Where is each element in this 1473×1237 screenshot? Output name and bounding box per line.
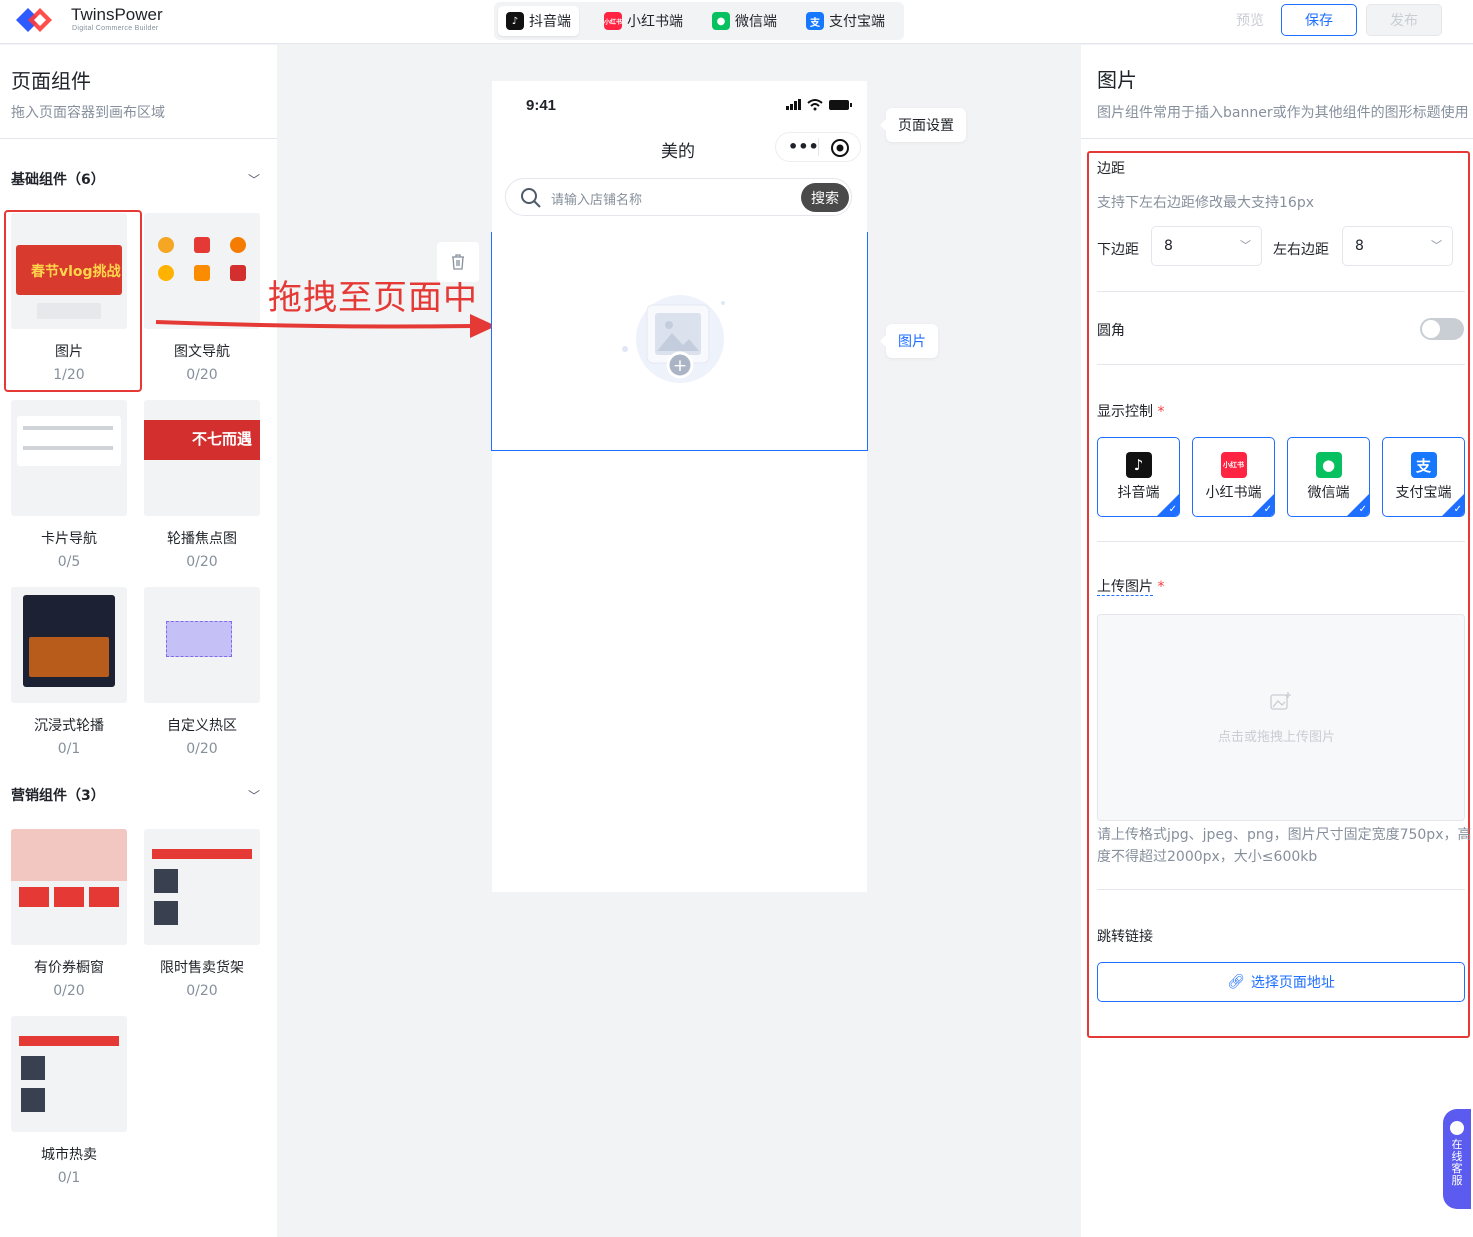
- upload-note-line1: 请上传格式jpg、jpeg、png，图片尺寸固定宽度750px，高: [1097, 827, 1472, 843]
- wechat-icon: ●: [1315, 452, 1342, 478]
- margin-label: 边距: [1097, 161, 1125, 177]
- check-icon: ✓: [1263, 504, 1272, 515]
- save-button[interactable]: 保存: [1281, 4, 1357, 36]
- panel-subtitle: 拖入页面容器到画布区域: [11, 105, 165, 121]
- coupon-thumbnail: [11, 829, 127, 945]
- tab-douyin[interactable]: ♪ 抖音端: [498, 6, 579, 36]
- page-settings-tag[interactable]: 页面设置: [880, 108, 966, 142]
- divider: [0, 138, 277, 139]
- status-time: 9:41: [526, 97, 557, 114]
- display-control-label: 显示控制 *: [1097, 404, 1165, 420]
- search-icon: [521, 188, 541, 208]
- lr-margin-select[interactable]: 8 ﹀: [1342, 226, 1453, 266]
- upload-label: 上传图片 *: [1097, 579, 1165, 596]
- alipay-icon: 支: [1410, 452, 1437, 478]
- component-coupon-window[interactable]: 有价券橱窗 0/20: [11, 829, 127, 999]
- component-hotspot[interactable]: 自定义热区 0/20: [144, 587, 260, 757]
- link-label: 跳转链接: [1097, 929, 1153, 945]
- tab-alipay[interactable]: 支支付宝端: [798, 6, 893, 36]
- component-flash-sale-shelf[interactable]: 限时售卖货架 0/20: [144, 829, 260, 999]
- status-icons: [786, 99, 852, 111]
- divider: [1097, 291, 1465, 292]
- selected-component-highlight: [4, 210, 142, 392]
- twinspower-logo: [16, 8, 52, 32]
- delete-icon[interactable]: [437, 242, 479, 282]
- tab-wechat[interactable]: ● 微信端: [704, 6, 785, 36]
- chat-icon: [1450, 1121, 1464, 1135]
- display-alipay[interactable]: 支支付宝端 ✓: [1382, 437, 1465, 517]
- preview-button[interactable]: 预览: [1236, 10, 1264, 30]
- component-carousel[interactable]: 不七而遇 轮播焦点图 0/20: [144, 400, 260, 570]
- radius-label: 圆角: [1097, 323, 1125, 339]
- component-image-nav[interactable]: 图文导航 0/20: [144, 213, 260, 383]
- online-service-button[interactable]: 在线客服: [1443, 1109, 1471, 1209]
- city-hot-thumbnail: [11, 1016, 127, 1132]
- divider: [1097, 364, 1465, 365]
- margin-help: 支持下左右边距修改最大支持16px: [1097, 195, 1314, 211]
- svg-text:+: +: [673, 356, 687, 376]
- image-placeholder-icon: +: [622, 295, 725, 383]
- divider: [1097, 541, 1465, 542]
- douyin-icon: ♪: [1125, 452, 1152, 478]
- chevron-down-icon[interactable]: ﹀: [248, 787, 260, 804]
- more-icon[interactable]: •••: [788, 137, 819, 156]
- display-xiaohongshu[interactable]: 小红书 小红书端 ✓: [1192, 437, 1275, 517]
- bottom-margin-label: 下边距: [1097, 242, 1139, 258]
- search-button[interactable]: 搜索: [801, 183, 849, 212]
- wechat-icon: ●: [712, 12, 730, 30]
- publish-button[interactable]: 发布: [1366, 4, 1442, 36]
- immersive-thumbnail: [11, 587, 127, 703]
- check-icon: ✓: [1453, 504, 1462, 515]
- drag-arrow-icon: [155, 314, 496, 338]
- image-upload-icon: [1270, 692, 1291, 710]
- upload-note-line2: 度不得超过2000px，大小≤600kb: [1097, 849, 1318, 865]
- section-marketing[interactable]: 营销组件（3）: [11, 785, 105, 805]
- brand-name: TwinsPower: [71, 5, 163, 24]
- douyin-icon: ♪: [506, 12, 524, 30]
- card-nav-thumbnail: [11, 400, 127, 516]
- component-immersive-carousel[interactable]: 沉浸式轮播 0/1: [11, 587, 127, 757]
- check-icon: ✓: [1358, 504, 1367, 515]
- chevron-down-icon: ﹀: [1240, 239, 1251, 252]
- chevron-down-icon[interactable]: ﹀: [248, 171, 260, 188]
- component-city-hot-sale[interactable]: 城市热卖 0/1: [11, 1016, 127, 1186]
- section-basic[interactable]: 基础组件（6）: [11, 169, 105, 189]
- alipay-icon: 支: [806, 12, 824, 30]
- xiaohongshu-icon: 小红书: [604, 12, 622, 30]
- component-card-nav[interactable]: 卡片导航 0/5: [11, 400, 127, 570]
- divider: [1081, 138, 1473, 139]
- radius-toggle[interactable]: [1420, 318, 1464, 340]
- lr-margin-label: 左右边距: [1273, 242, 1329, 258]
- image-component-slot[interactable]: +: [491, 232, 868, 451]
- divider: [1097, 889, 1465, 890]
- brand-subtitle: Digital Commerce Builder: [72, 25, 159, 32]
- properties-title: 图片: [1097, 68, 1137, 92]
- display-wechat[interactable]: ● 微信端 ✓: [1287, 437, 1370, 517]
- close-circle-icon[interactable]: [830, 138, 850, 158]
- mini-program-capsule[interactable]: •••: [775, 132, 861, 162]
- page-title: 美的: [661, 142, 695, 162]
- carousel-thumbnail: 不七而遇: [144, 400, 260, 516]
- bottom-margin-select[interactable]: 8 ﹀: [1151, 226, 1262, 266]
- upload-hint: 点击或拖拽上传图片: [1218, 730, 1336, 745]
- image-component-tag[interactable]: 图片: [880, 324, 938, 358]
- platform-tabs: ♪ 抖音端 小红书 小红书端 ● 微信端 支支付宝端: [494, 2, 904, 40]
- properties-subtitle: 图片组件常用于插入banner或作为其他组件的图形标题使用: [1097, 105, 1469, 121]
- select-page-link-button[interactable]: 🔗︎ 选择页面地址: [1097, 962, 1465, 1002]
- chevron-down-icon: ﹀: [1431, 239, 1442, 252]
- top-bar: TwinsPower Digital Commerce Builder ♪ 抖音端…: [0, 0, 1473, 44]
- link-icon: 🔗︎: [1227, 974, 1245, 990]
- flash-sale-thumbnail: [144, 829, 260, 945]
- xiaohongshu-icon: 小红书: [1220, 452, 1247, 478]
- image-upload-area[interactable]: [1097, 614, 1465, 821]
- search-placeholder: 请输入店铺名称: [551, 193, 643, 208]
- panel-title: 页面组件: [11, 69, 91, 93]
- hotspot-thumbnail: [144, 587, 260, 703]
- check-icon: ✓: [1168, 504, 1177, 515]
- display-douyin[interactable]: ♪ 抖音端 ✓: [1097, 437, 1180, 517]
- tab-xiaohongshu[interactable]: 小红书 小红书端: [596, 6, 691, 36]
